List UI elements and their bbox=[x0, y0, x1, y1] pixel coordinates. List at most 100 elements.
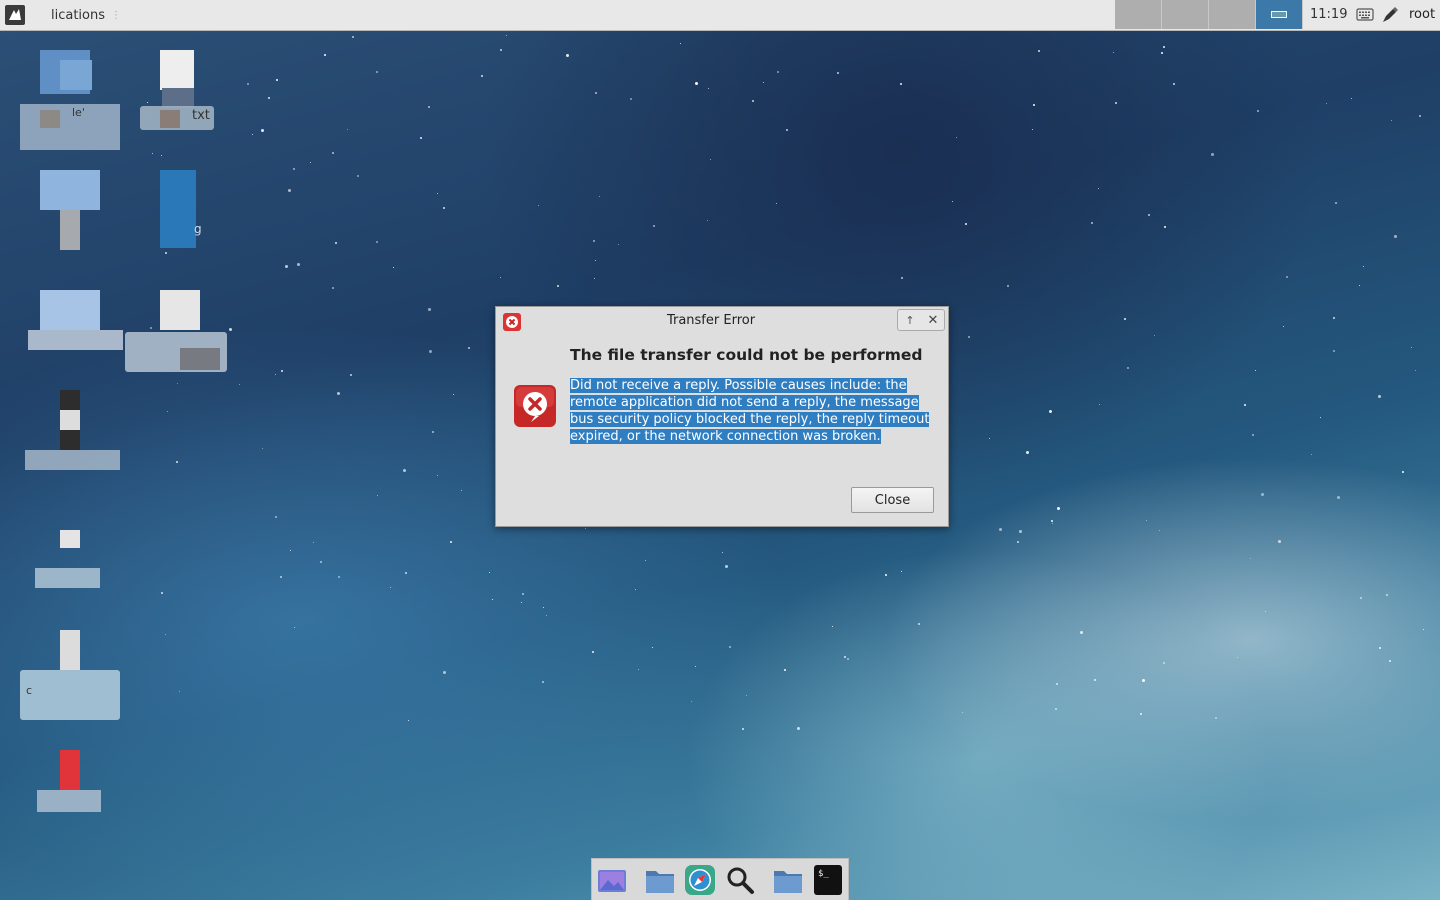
star bbox=[1391, 119, 1393, 121]
star bbox=[402, 469, 406, 473]
desktop-icon-file[interactable] bbox=[40, 170, 140, 250]
workspace-3[interactable] bbox=[1209, 0, 1256, 29]
star bbox=[1006, 285, 1009, 288]
star bbox=[428, 350, 432, 354]
star bbox=[377, 495, 379, 497]
workspace-1[interactable] bbox=[1115, 0, 1162, 29]
dialog-heading: The file transfer could not be performed bbox=[570, 346, 923, 364]
applications-menu-label[interactable]: lications bbox=[51, 8, 105, 23]
star bbox=[1394, 234, 1398, 238]
star bbox=[542, 606, 544, 608]
workspace-2[interactable] bbox=[1162, 0, 1209, 29]
star bbox=[428, 105, 431, 108]
file-icon bbox=[60, 630, 80, 670]
dialog-message[interactable]: Did not receive a reply. Possible causes… bbox=[570, 377, 930, 445]
star bbox=[152, 153, 154, 155]
star bbox=[506, 35, 508, 37]
star bbox=[1320, 416, 1322, 418]
dialog-title: Transfer Error bbox=[666, 313, 756, 328]
maximize-button[interactable]: ↑ bbox=[902, 313, 918, 329]
star bbox=[1214, 717, 1217, 720]
desktop-icon-text-file[interactable]: txt bbox=[140, 48, 220, 148]
star bbox=[1056, 506, 1060, 510]
star bbox=[1033, 103, 1036, 106]
star bbox=[1377, 395, 1381, 399]
close-button[interactable]: Close bbox=[851, 487, 934, 513]
desktop-icon-file[interactable] bbox=[35, 530, 105, 610]
star bbox=[165, 633, 167, 635]
star bbox=[594, 259, 596, 261]
user-menu[interactable]: root bbox=[1409, 7, 1435, 22]
window-thumbnail bbox=[1271, 11, 1287, 18]
star bbox=[594, 92, 597, 95]
star bbox=[275, 374, 277, 376]
star bbox=[461, 489, 463, 491]
web-browser-icon[interactable] bbox=[684, 865, 716, 895]
desktop-icon-label: le' bbox=[72, 106, 85, 119]
star bbox=[557, 285, 560, 288]
desktop-icon-file[interactable] bbox=[125, 290, 230, 375]
dialog-titlebar[interactable]: Transfer Error ↑ ✕ bbox=[496, 307, 948, 335]
workspace-4[interactable] bbox=[1256, 0, 1303, 29]
selected-message-text[interactable]: Did not receive a reply. Possible causes… bbox=[570, 378, 930, 444]
star bbox=[1161, 52, 1164, 55]
star bbox=[1415, 369, 1417, 371]
image-viewer-icon[interactable] bbox=[596, 865, 628, 895]
applications-menu-icon[interactable] bbox=[3, 3, 27, 27]
star bbox=[1147, 213, 1150, 216]
star bbox=[1411, 346, 1413, 348]
star bbox=[261, 128, 265, 132]
desktop-icon-file[interactable] bbox=[28, 290, 123, 370]
image-file-icon bbox=[160, 170, 196, 248]
star bbox=[1124, 317, 1127, 320]
star bbox=[1146, 520, 1148, 522]
desktop-icon-file[interactable] bbox=[35, 750, 105, 820]
star bbox=[690, 701, 692, 703]
star bbox=[1126, 367, 1129, 370]
star bbox=[290, 550, 292, 552]
desktop-icon-file[interactable] bbox=[25, 390, 125, 470]
star bbox=[585, 527, 587, 529]
star bbox=[538, 204, 540, 206]
star bbox=[492, 598, 494, 600]
clock[interactable]: 11:19 bbox=[1310, 7, 1347, 22]
star bbox=[436, 474, 438, 476]
star bbox=[320, 561, 323, 564]
star bbox=[785, 128, 788, 131]
star bbox=[1016, 540, 1019, 543]
star bbox=[1358, 284, 1360, 286]
star bbox=[541, 680, 544, 683]
star bbox=[1423, 628, 1425, 630]
desktop-icon-file[interactable]: c bbox=[20, 630, 120, 730]
terminal-icon[interactable]: $_ bbox=[812, 865, 844, 895]
desktop-icon-folder-link[interactable]: le' bbox=[20, 48, 120, 150]
star bbox=[390, 587, 392, 589]
close-window-button[interactable]: ✕ bbox=[925, 313, 941, 329]
star bbox=[776, 203, 778, 205]
star bbox=[285, 264, 289, 268]
folder-icon[interactable] bbox=[772, 865, 804, 895]
star bbox=[1360, 596, 1363, 599]
search-icon[interactable] bbox=[724, 865, 756, 895]
star bbox=[844, 656, 847, 659]
folder-icon[interactable] bbox=[644, 865, 676, 895]
desktop-icon-image[interactable]: g bbox=[160, 170, 210, 250]
star bbox=[1025, 451, 1029, 455]
star bbox=[917, 623, 920, 626]
pen-icon[interactable] bbox=[1380, 5, 1400, 25]
star bbox=[1363, 265, 1365, 267]
star bbox=[1113, 52, 1115, 54]
keyboard-icon[interactable] bbox=[1356, 6, 1374, 22]
star bbox=[331, 287, 334, 290]
star bbox=[832, 625, 834, 627]
star bbox=[468, 346, 471, 349]
star bbox=[630, 98, 633, 101]
star bbox=[706, 219, 708, 221]
star bbox=[591, 651, 594, 654]
star bbox=[443, 670, 447, 674]
star bbox=[1256, 109, 1259, 112]
star bbox=[294, 626, 296, 628]
error-icon bbox=[514, 385, 556, 427]
star bbox=[1260, 493, 1264, 497]
star bbox=[375, 241, 378, 244]
